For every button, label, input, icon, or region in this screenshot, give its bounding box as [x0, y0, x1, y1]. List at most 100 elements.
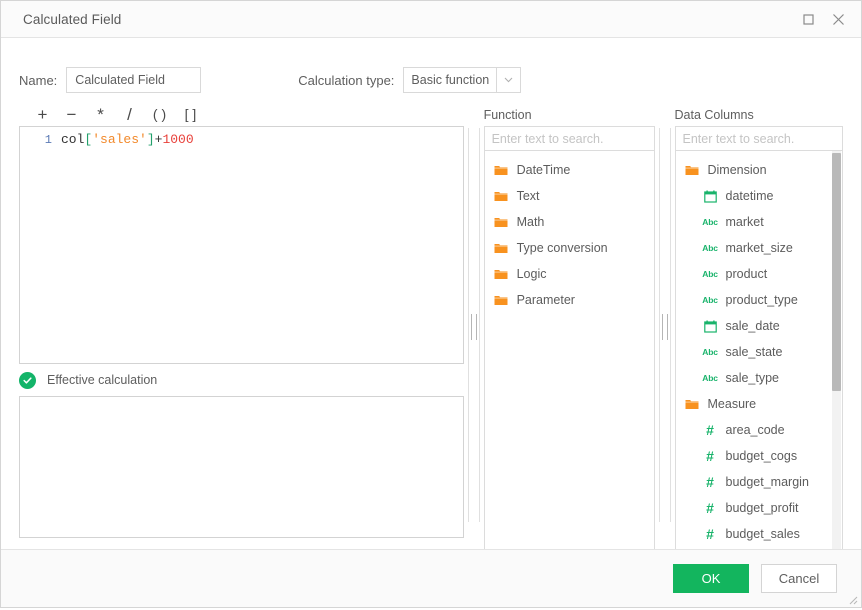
operator-divide-button[interactable]: / [115, 106, 144, 123]
tree-item-label: budget_margin [725, 475, 809, 489]
data-column-item-budget-cogs[interactable]: # budget_cogs [676, 443, 843, 469]
tree-item-label: Math [516, 215, 545, 229]
code-token-brk: ] [146, 132, 155, 147]
data-column-item-datetime[interactable]: datetime [676, 183, 843, 209]
hash-icon: # [706, 474, 714, 490]
operator-plus-button[interactable]: + [28, 106, 57, 123]
code-token-num: 1000 [162, 132, 194, 147]
tree-item-label: sale_date [725, 319, 780, 333]
operator-parentheses-button[interactable]: ( ) [144, 107, 175, 121]
splitter-function-datacolumns[interactable] [655, 102, 674, 530]
calculation-type-dropdown-button[interactable] [496, 67, 522, 93]
folder-icon [494, 163, 509, 178]
data-columns-tree: Dimension datetime Abc market Abc market_size… [674, 151, 843, 553]
resize-grip-icon[interactable] [845, 592, 858, 605]
folder-icon [494, 189, 509, 204]
data-column-item-sale-state[interactable]: Abc sale_state [676, 339, 843, 365]
abc-icon: Abc [702, 347, 718, 357]
expression-editor-column: + − * /( )[ ] 1 col['sales']+1000 Effective… [19, 102, 465, 538]
function-item-text[interactable]: Text [485, 183, 654, 209]
code-token-str: 'sales' [92, 132, 147, 147]
function-tree: DateTime Text Math Type conversion Logic Para… [483, 151, 656, 553]
close-icon [832, 13, 844, 25]
calendar-icon [703, 189, 718, 204]
function-panel: Function DateTime Text Math Type conversion… [483, 102, 656, 553]
data-column-item-sale-date[interactable]: sale_date [676, 313, 843, 339]
maximize-button[interactable] [795, 7, 821, 31]
tree-item-label: market_size [725, 241, 793, 255]
data-column-item-budget-sales[interactable]: # budget_sales [676, 521, 843, 547]
splitter-editor-function[interactable] [464, 102, 483, 530]
expression-editor[interactable]: 1 col['sales']+1000 [19, 126, 465, 364]
dialog-footer: OK Cancel [1, 549, 861, 607]
data-column-item-product[interactable]: Abc product [676, 261, 843, 287]
tree-item-label: Type conversion [516, 241, 608, 255]
dialog-body: Name: Calculation type: Basic function +… [1, 38, 861, 553]
dialog-titlebar: Calculated Field [1, 1, 861, 38]
tree-item-label: market [725, 215, 764, 229]
tree-item-label: budget_profit [725, 501, 799, 515]
data-column-item-dimension[interactable]: Dimension [676, 157, 843, 183]
data-column-item-budget-profit[interactable]: # budget_profit [676, 495, 843, 521]
tree-item-label: Text [516, 189, 540, 203]
hash-icon: # [706, 500, 714, 516]
check-circle-icon [19, 371, 36, 389]
name-input[interactable] [66, 67, 202, 93]
data-columns-search-input[interactable] [674, 126, 843, 151]
function-item-datetime[interactable]: DateTime [485, 157, 654, 183]
tree-item-label: product_type [725, 293, 798, 307]
tree-item-label: budget_cogs [725, 449, 798, 463]
folder-icon [494, 241, 509, 256]
tree-item-label: Dimension [707, 163, 767, 177]
chevron-down-icon [505, 77, 513, 83]
calculation-output-box [19, 396, 465, 538]
code-token-id: col [61, 132, 85, 147]
function-panel-title: Function [483, 108, 532, 122]
data-columns-panel-title: Data Columns [674, 108, 754, 122]
data-column-item-product-type[interactable]: Abc product_type [676, 287, 843, 313]
calculation-type-value: Basic function [403, 67, 497, 93]
effective-calculation-row: Effective calculation [19, 364, 464, 396]
data-column-item-measure[interactable]: Measure [676, 391, 843, 417]
tree-item-label: Measure [707, 397, 757, 411]
folder-icon [685, 163, 700, 178]
calculation-type-label: Calculation type: [298, 72, 395, 88]
code-content: col['sales']+1000 [61, 132, 194, 147]
hash-icon: # [706, 448, 714, 464]
data-columns-scrollbar[interactable] [832, 151, 841, 552]
tree-item-label: sale_type [725, 371, 780, 385]
calculation-type-select[interactable]: Basic function [403, 67, 522, 93]
code-line: 1 col['sales']+1000 [20, 127, 463, 148]
data-columns-panel: Data Columns DimensiondatetimeAbcmarketA… [674, 102, 843, 553]
operator-multiply-button[interactable]: * [86, 106, 115, 123]
splitter-grip-icon [661, 314, 668, 340]
abc-icon: Abc [702, 295, 718, 305]
abc-icon: Abc [702, 373, 718, 383]
operator-minus-button[interactable]: − [57, 106, 86, 123]
ok-button[interactable]: OK [673, 564, 749, 593]
main-columns: + − * /( )[ ] 1 col['sales']+1000 Effective… [19, 102, 843, 553]
name-label: Name: [19, 72, 58, 88]
function-item-type-conversion[interactable]: Type conversion [485, 235, 654, 261]
cancel-button[interactable]: Cancel [761, 564, 837, 593]
folder-icon [685, 397, 700, 412]
abc-icon: Abc [702, 217, 718, 227]
tree-item-label: datetime [725, 189, 774, 203]
dialog-title: Calculated Field [23, 11, 122, 27]
tree-item-label: Logic [516, 267, 547, 281]
function-item-parameter[interactable]: Parameter [485, 287, 654, 313]
function-item-logic[interactable]: Logic [485, 261, 654, 287]
operator-brackets-button[interactable]: [ ] [175, 107, 206, 121]
form-row: Name: Calculation type: Basic function [19, 38, 843, 102]
function-search-input[interactable] [483, 126, 656, 151]
data-column-item-market[interactable]: Abc market [676, 209, 843, 235]
function-item-math[interactable]: Math [485, 209, 654, 235]
data-column-item-area-code[interactable]: # area_code [676, 417, 843, 443]
data-column-item-sale-type[interactable]: Abc sale_type [676, 365, 843, 391]
hash-icon: # [706, 422, 714, 438]
data-column-item-market-size[interactable]: Abc market_size [676, 235, 843, 261]
data-column-item-budget-margin[interactable]: # budget_margin [676, 469, 843, 495]
line-number: 1 [44, 132, 52, 147]
close-button[interactable] [825, 7, 851, 31]
data-columns-scrollbar-thumb[interactable] [832, 153, 841, 391]
